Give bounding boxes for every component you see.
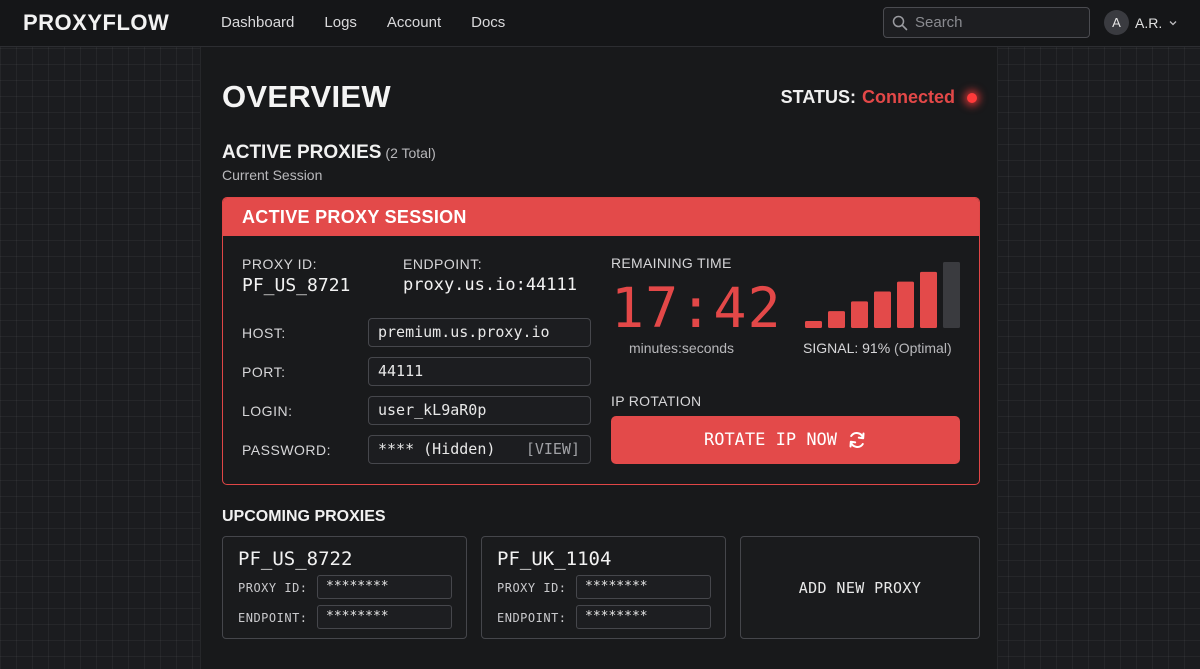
signal-bar xyxy=(828,311,845,328)
upcoming-endpoint-field[interactable]: ******** xyxy=(317,605,452,629)
upcoming-endpoint-field[interactable]: ******** xyxy=(576,605,711,629)
search-input[interactable] xyxy=(915,14,1075,31)
upcoming-proxy-id-field[interactable]: ******** xyxy=(317,575,452,599)
search-box[interactable] xyxy=(883,7,1090,38)
connection-status: STATUS: Connected xyxy=(781,87,977,108)
user-name[interactable]: A.R. xyxy=(1135,15,1162,31)
signal-bar xyxy=(920,271,937,328)
upcoming-proxy-title: PF_US_8722 xyxy=(238,548,353,570)
session-header: ACTIVE PROXY SESSION xyxy=(223,198,979,236)
add-new-proxy-label: ADD NEW PROXY xyxy=(798,578,922,597)
upcoming-proxy-title: PF_UK_1104 xyxy=(497,548,612,570)
rotate-ip-button[interactable]: ROTATE IP NOW xyxy=(611,416,960,464)
endpoint-value: proxy.us.io:44111 xyxy=(403,275,577,295)
password-value: **** (Hidden) xyxy=(378,440,496,458)
upcoming-proxies-heading: UPCOMING PROXIES xyxy=(222,508,386,525)
main-nav: Dashboard Logs Account Docs xyxy=(221,14,505,31)
search-icon xyxy=(892,15,908,30)
endpoint-label: ENDPOINT: xyxy=(403,256,483,272)
active-proxies-title: ACTIVE PROXIES xyxy=(222,142,382,163)
remaining-time-unit: minutes:seconds xyxy=(629,340,735,356)
upcoming-proxy-id-label: PROXY ID: xyxy=(497,581,567,595)
login-field[interactable]: user_kL9aR0p xyxy=(368,396,591,425)
active-session-card: ACTIVE PROXY SESSION PROXY ID: PF_US_872… xyxy=(222,197,980,485)
active-proxies-count: (2 Total) xyxy=(385,145,436,161)
view-password-link[interactable]: [VIEW] xyxy=(526,436,580,463)
upcoming-endpoint-label: ENDPOINT: xyxy=(238,611,308,625)
top-nav-bar: PROXYFLOW Dashboard Logs Account Docs A … xyxy=(0,0,1200,47)
status-indicator-icon xyxy=(967,92,977,103)
user-menu[interactable]: A A.R. xyxy=(1104,10,1178,35)
active-proxies-subtitle: Current Session xyxy=(222,167,323,183)
status-label: STATUS: xyxy=(780,87,856,107)
password-field[interactable]: **** (Hidden) [VIEW] xyxy=(368,435,591,464)
password-label: PASSWORD: xyxy=(242,442,332,458)
signal-strength-icon xyxy=(805,262,960,328)
port-field[interactable]: 44111 xyxy=(368,357,591,386)
nav-item-dashboard[interactable]: Dashboard xyxy=(221,14,294,31)
signal-bar xyxy=(851,301,868,328)
page-title: OVERVIEW xyxy=(222,79,391,114)
login-label: LOGIN: xyxy=(242,403,293,419)
nav-item-logs[interactable]: Logs xyxy=(324,14,357,31)
proxy-id-label: PROXY ID: xyxy=(242,256,318,272)
upcoming-endpoint-label: ENDPOINT: xyxy=(497,611,567,625)
nav-item-docs[interactable]: Docs xyxy=(471,14,505,31)
host-label: HOST: xyxy=(242,325,286,341)
rotate-ip-label: ROTATE IP NOW xyxy=(703,430,838,450)
main-panel: OVERVIEW STATUS: Connected ACTIVE PROXIE… xyxy=(200,47,998,669)
ip-rotation-label: IP ROTATION xyxy=(611,393,702,409)
active-proxies-heading: ACTIVE PROXIES (2 Total) xyxy=(222,142,436,164)
upcoming-proxy-id-label: PROXY ID: xyxy=(238,581,308,595)
host-field[interactable]: premium.us.proxy.io xyxy=(368,318,591,347)
signal-quality: (Optimal) xyxy=(894,340,952,356)
upcoming-proxy-card[interactable]: PF_US_8722 PROXY ID: ******** ENDPOINT: … xyxy=(222,536,467,639)
nav-item-account[interactable]: Account xyxy=(387,14,441,31)
upcoming-proxy-card[interactable]: PF_UK_1104 PROXY ID: ******** ENDPOINT: … xyxy=(481,536,726,639)
signal-bar xyxy=(943,262,960,328)
port-label: PORT: xyxy=(242,364,286,380)
signal-bar xyxy=(805,321,822,328)
add-new-proxy-button[interactable]: ADD NEW PROXY xyxy=(740,536,980,639)
remaining-time-label: REMAINING TIME xyxy=(611,255,732,271)
signal-bar xyxy=(874,291,891,328)
signal-label: SIGNAL: 91% (Optimal) xyxy=(803,340,952,356)
upcoming-proxy-id-field[interactable]: ******** xyxy=(576,575,711,599)
refresh-icon xyxy=(849,432,865,448)
brand-logo[interactable]: PROXYFLOW xyxy=(23,10,169,36)
avatar[interactable]: A xyxy=(1104,10,1129,35)
proxy-id-value: PF_US_8721 xyxy=(242,275,351,296)
signal-percent: SIGNAL: 91% xyxy=(803,340,891,356)
chevron-down-icon[interactable] xyxy=(1168,18,1178,28)
signal-bar xyxy=(897,281,914,328)
remaining-time-value: 17:42 xyxy=(611,276,782,340)
status-value: Connected xyxy=(861,87,955,107)
